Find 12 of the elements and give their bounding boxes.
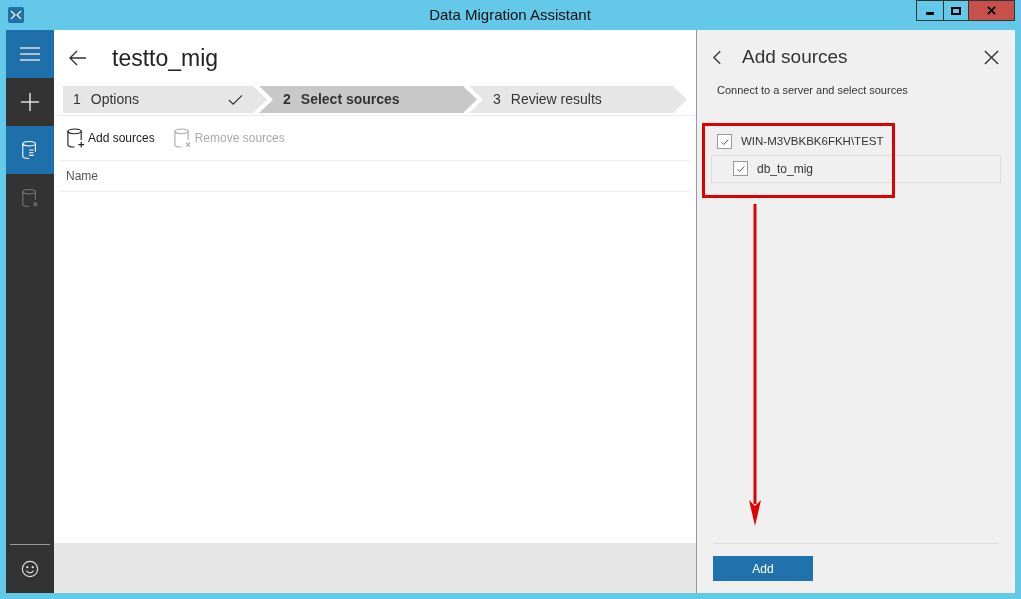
panel-subtitle: Connect to a server and select sources xyxy=(716,83,909,98)
step-tab[interactable]: 1 Options xyxy=(63,86,267,113)
column-header: Name xyxy=(66,168,98,185)
step-tab[interactable]: 2 Select sources xyxy=(259,86,477,113)
add-sources-button[interactable]: Add sources xyxy=(66,127,155,149)
add-button[interactable]: Add xyxy=(713,556,813,581)
window-title: Data Migration Assistant xyxy=(429,4,591,25)
tree-item[interactable]: WIN-M3VBKBK6FKH\TEST xyxy=(711,128,1001,155)
tree-item[interactable]: db_to_mig xyxy=(711,154,1001,183)
project-title: testto_mig xyxy=(112,43,219,73)
panel-title: Add sources xyxy=(742,44,848,69)
step-tab[interactable]: 3 Review results xyxy=(469,86,687,113)
